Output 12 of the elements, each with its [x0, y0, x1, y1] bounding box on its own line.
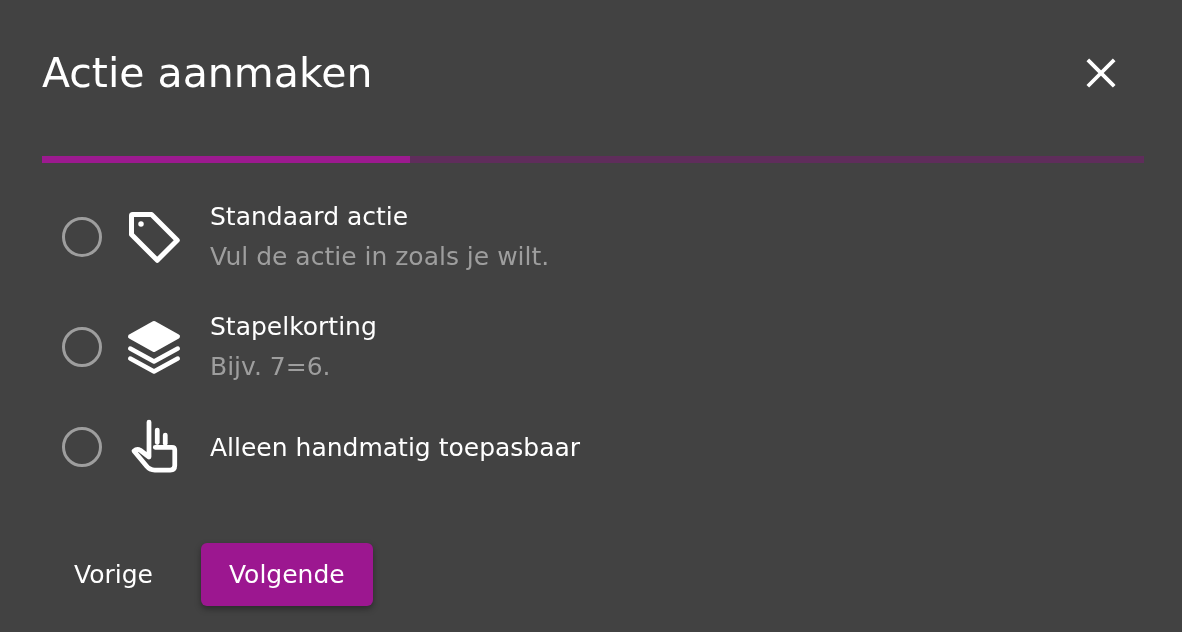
close-icon[interactable] [1086, 58, 1116, 88]
option-title: Stapelkorting [210, 311, 377, 343]
option-description: Vul de actie in zoals je wilt. [210, 241, 550, 273]
back-button[interactable]: Vorige [42, 543, 185, 606]
radio-button[interactable] [62, 327, 102, 367]
dialog-title: Actie aanmaken [42, 48, 373, 99]
next-button[interactable]: Volgende [200, 543, 373, 606]
option-description: Bijv. 7=6. [210, 351, 332, 383]
radio-button[interactable] [62, 217, 102, 257]
option-title: Standaard actie [210, 201, 410, 233]
radio-button[interactable] [62, 427, 102, 467]
option-title: Alleen handmatig toepasbaar [210, 431, 581, 464]
